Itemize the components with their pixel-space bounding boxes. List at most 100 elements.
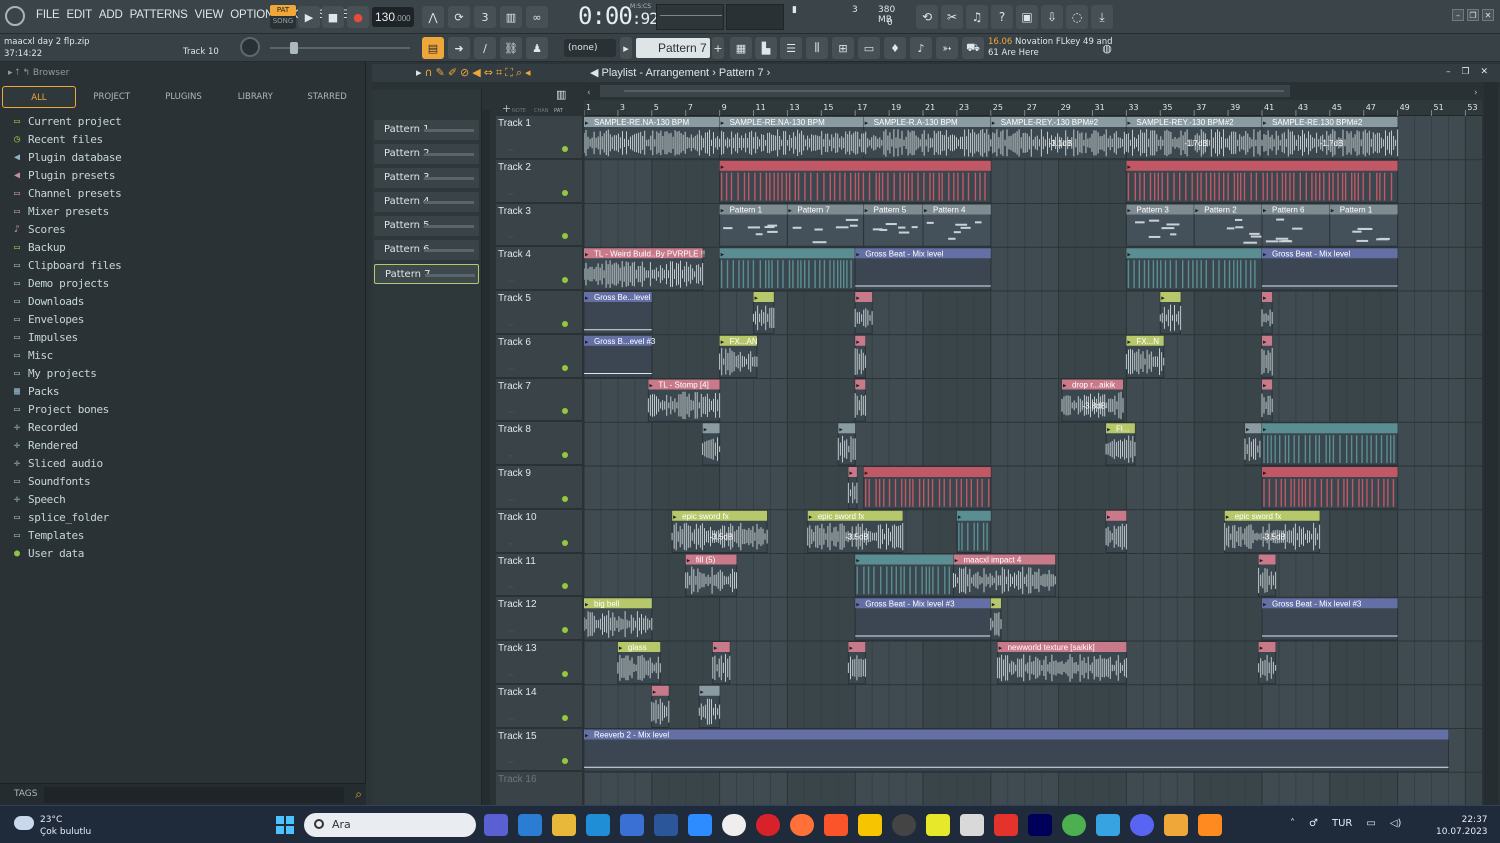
clip-menu-icon[interactable]: ▸ xyxy=(849,644,853,652)
playlist-icon[interactable]: ▦ xyxy=(730,37,752,59)
track-header[interactable]: Track 13 ⋯ xyxy=(496,641,582,684)
track-header[interactable]: Track 14 ⋯ xyxy=(496,684,582,728)
stamp-icon[interactable]: ♟ xyxy=(526,37,548,59)
track-header[interactable]: Track 11 ⋯ xyxy=(496,553,582,597)
snap-selector[interactable]: (none) xyxy=(564,39,616,57)
mute-icon[interactable]: ◀ xyxy=(472,66,480,80)
channel-rack-icon[interactable]: ☰ xyxy=(780,37,802,59)
clip-menu-icon[interactable]: ▸ xyxy=(865,469,869,477)
playlist-menu-icon[interactable]: ▸ xyxy=(416,66,422,80)
browser-tab-starred[interactable]: STARRED xyxy=(291,86,363,108)
track-grip-icon[interactable]: ⋯ xyxy=(508,627,515,635)
clip-menu-icon[interactable]: ▸ xyxy=(1226,513,1230,521)
clip-menu-icon[interactable]: ▸ xyxy=(856,382,860,390)
menu-item[interactable]: FILE xyxy=(36,9,60,21)
clip-menu-icon[interactable]: ▸ xyxy=(1195,207,1199,215)
clip-title-bar[interactable] xyxy=(1262,467,1398,477)
tags-input[interactable] xyxy=(44,787,344,803)
clip-menu-icon[interactable]: ▸ xyxy=(865,207,869,215)
clip-menu-icon[interactable]: ▸ xyxy=(653,688,657,696)
track-enable-led[interactable] xyxy=(562,539,568,546)
browser-tab-plugins[interactable]: PLUGINS xyxy=(148,86,220,108)
clip-menu-icon[interactable]: ▸ xyxy=(788,207,792,215)
language-indicator[interactable]: TUR xyxy=(1332,818,1352,829)
miro-icon[interactable] xyxy=(858,814,882,836)
taskbar-search[interactable]: Ara xyxy=(304,813,476,837)
track-grip-icon[interactable]: ⋯ xyxy=(508,452,515,460)
menu-item[interactable]: EDIT xyxy=(67,9,93,21)
clip-menu-icon[interactable]: ▸ xyxy=(585,732,589,740)
track-grip-icon[interactable]: ⋯ xyxy=(508,190,515,198)
clip-menu-icon[interactable]: ▸ xyxy=(856,338,860,346)
clip-menu-icon[interactable]: ▸ xyxy=(1127,250,1131,258)
render-icon[interactable]: ⇩ xyxy=(1041,5,1063,29)
acrobat-icon[interactable] xyxy=(994,814,1018,836)
browser-item[interactable]: ▭ Backup xyxy=(0,238,365,256)
track-enable-led[interactable] xyxy=(562,364,568,371)
arrow-tool-icon[interactable]: ➜ xyxy=(448,37,470,59)
globe-icon[interactable]: ◍ xyxy=(1100,37,1114,59)
clip-menu-icon[interactable]: ▸ xyxy=(1127,207,1131,215)
network-icon[interactable]: ▭ xyxy=(1366,818,1375,829)
pattern-item[interactable]: Pattern 3 xyxy=(374,168,479,188)
clip-menu-icon[interactable]: ▸ xyxy=(721,207,725,215)
track-enable-led[interactable] xyxy=(562,583,568,590)
link-icon[interactable]: ⛓ xyxy=(500,37,522,59)
master-pitch-thumb[interactable] xyxy=(290,42,298,54)
track-enable-led[interactable] xyxy=(562,452,568,458)
pattern-item[interactable]: Pattern 5 xyxy=(374,216,479,236)
close-icon[interactable]: ✕ xyxy=(1482,9,1494,21)
track-grip-icon[interactable]: ⋯ xyxy=(508,408,515,416)
browser-item[interactable]: ▭ Current project xyxy=(0,112,365,130)
master-volume-knob[interactable] xyxy=(240,37,260,57)
track-enable-led[interactable] xyxy=(562,408,568,415)
teams-icon[interactable] xyxy=(484,814,508,836)
clip-menu-icon[interactable]: ▸ xyxy=(585,119,589,127)
clip-menu-icon[interactable]: ▸ xyxy=(1127,163,1131,171)
browser-item[interactable]: ▭ Impulses xyxy=(0,328,365,346)
track-enable-led[interactable] xyxy=(562,758,568,765)
track-enable-led[interactable] xyxy=(562,277,568,283)
browser-item[interactable]: ▭ Demo projects xyxy=(0,274,365,292)
playback-icon[interactable]: ◂ xyxy=(525,66,531,80)
clip-title-bar[interactable] xyxy=(1126,160,1398,171)
send-icon[interactable]: ➳ xyxy=(936,37,958,59)
track-header[interactable]: Track 8 ⋯ xyxy=(496,422,582,465)
clip-menu-icon[interactable]: ▸ xyxy=(924,207,928,215)
clip-menu-icon[interactable]: ▸ xyxy=(1107,513,1111,521)
volume-icon[interactable]: ◁) xyxy=(1390,818,1402,829)
slice-icon[interactable]: ⌗ xyxy=(496,66,502,80)
track-header[interactable]: Track 15 ⋯ xyxy=(496,728,582,772)
news-panel[interactable]: 16.06 Novation FLkey 49 and 61 Are Here xyxy=(988,37,1118,59)
pattern-item[interactable]: Pattern 7 xyxy=(374,264,479,284)
clip-menu-icon[interactable]: ▸ xyxy=(1263,119,1267,127)
track-enable-led[interactable] xyxy=(562,189,568,196)
step-edit-icon[interactable]: ▥ xyxy=(500,6,522,28)
edge-icon[interactable] xyxy=(586,814,610,836)
track-header[interactable]: Track 10 ⋯ xyxy=(496,509,582,553)
windows-start-icon[interactable] xyxy=(276,816,294,834)
clip-menu-icon[interactable]: ▸ xyxy=(865,119,869,127)
track-header[interactable]: Track 5 ⋯ xyxy=(496,291,582,334)
clip-menu-icon[interactable]: ▸ xyxy=(958,513,962,521)
pattern-item[interactable]: Pattern 6 xyxy=(374,240,479,260)
slip-icon[interactable]: ⇔ xyxy=(484,66,493,80)
track-grip-icon[interactable]: ⋯ xyxy=(508,671,515,679)
track-header[interactable]: Track 12 ⋯ xyxy=(496,597,582,640)
clip-menu-icon[interactable]: ▸ xyxy=(1107,425,1111,433)
browser-item[interactable]: ▭ Clipboard files xyxy=(0,256,365,274)
clip-menu-icon[interactable]: ▸ xyxy=(1246,425,1250,433)
weather-widget[interactable]: 23°C Çok bulutlu xyxy=(14,814,91,838)
mail-icon[interactable] xyxy=(518,814,542,836)
after-effects-icon[interactable] xyxy=(1028,814,1052,836)
brush-tool-icon[interactable]: ∕ xyxy=(474,37,496,59)
clip-menu-icon[interactable]: ▸ xyxy=(856,600,860,608)
magnet-icon[interactable]: ∩ xyxy=(425,66,433,80)
track-grip-icon[interactable]: ⋯ xyxy=(508,233,515,241)
track-enable-led[interactable] xyxy=(562,145,568,152)
track-grip-icon[interactable]: ⋯ xyxy=(508,540,515,548)
pattern-item[interactable]: Pattern 2 xyxy=(374,144,479,164)
project-browser-icon[interactable]: ▭ xyxy=(858,37,880,59)
minimize-icon[interactable]: – xyxy=(1452,9,1464,21)
browser-item[interactable]: ✛ Sliced audio xyxy=(0,454,365,472)
